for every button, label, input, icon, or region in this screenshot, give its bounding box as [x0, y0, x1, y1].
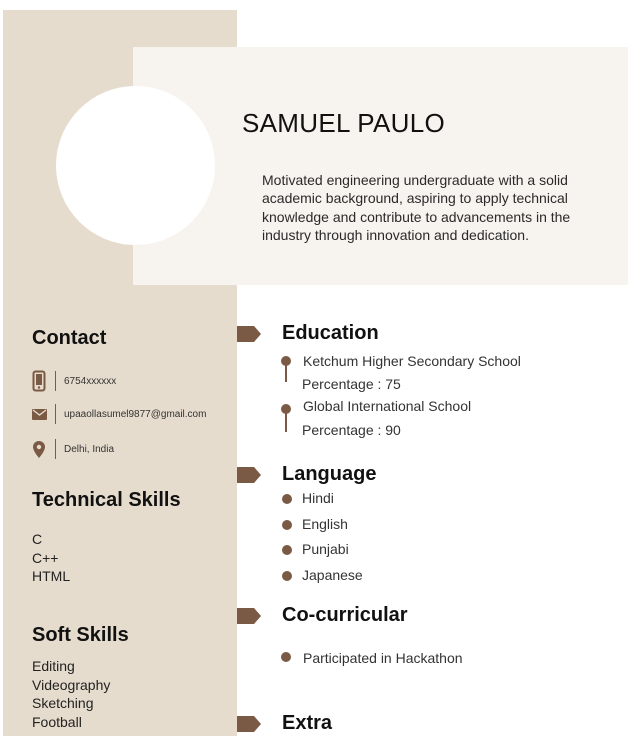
- list-item: Editing: [32, 658, 75, 674]
- technical-skills-heading: Technical Skills: [32, 489, 181, 511]
- education-school: Global International School: [303, 398, 472, 414]
- contact-email-row: upaaollasumel9877@gmail.com: [30, 402, 206, 426]
- cocurricular-item: Participated in Hackathon: [303, 650, 463, 666]
- bullet-dot: [282, 520, 292, 530]
- location-pin-icon: [30, 440, 48, 458]
- extra-heading: Extra: [282, 712, 333, 734]
- list-item: C++: [32, 549, 59, 566]
- bullet-dot: [282, 545, 292, 555]
- list-item: C: [32, 531, 43, 547]
- candidate-name: SAMUEL PAULO: [242, 108, 445, 138]
- bullet-dot: [282, 494, 292, 504]
- divider: [55, 404, 56, 424]
- education-school: Ketchum Higher Secondary School: [303, 353, 521, 369]
- language-item: Punjabi: [302, 541, 349, 557]
- section-marker-icon: [237, 467, 261, 483]
- education-score: Percentage : 90: [302, 422, 401, 438]
- language-item: Japanese: [302, 567, 363, 583]
- technical-skills-list: C C++ HTML: [32, 530, 70, 586]
- contact-location: Delhi, India: [64, 443, 115, 455]
- bullet-dot: [281, 652, 291, 662]
- profile-photo-placeholder: [56, 86, 215, 245]
- contact-phone-row: 6754xxxxxx: [30, 369, 116, 393]
- section-marker-icon: [237, 326, 261, 342]
- education-heading: Education: [282, 322, 379, 344]
- timeline-stem: [285, 412, 287, 432]
- list-item: Football: [32, 713, 82, 730]
- soft-skills-list: Editing Videography Sketching Football: [32, 657, 110, 731]
- contact-location-row: Delhi, India: [30, 437, 114, 461]
- phone-icon: [30, 370, 48, 392]
- divider: [55, 371, 56, 391]
- cocurricular-heading: Co-curricular: [282, 604, 408, 626]
- contact-heading: Contact: [32, 327, 107, 349]
- profile-summary: Motivated engineering undergraduate with…: [262, 172, 571, 243]
- education-score: Percentage : 75: [302, 376, 401, 392]
- list-item: Sketching: [32, 695, 94, 711]
- divider: [55, 439, 56, 459]
- language-item: Hindi: [302, 490, 334, 506]
- contact-email[interactable]: upaaollasumel9877@gmail.com: [64, 409, 206, 420]
- section-marker-icon: [237, 608, 261, 624]
- soft-skills-heading: Soft Skills: [32, 624, 129, 646]
- email-icon: [30, 408, 48, 420]
- timeline-stem: [285, 364, 287, 382]
- list-item: Videography: [32, 676, 111, 693]
- bullet-dot: [282, 571, 292, 581]
- list-item: HTML: [32, 568, 71, 584]
- language-heading: Language: [282, 463, 377, 485]
- section-marker-icon: [237, 716, 261, 732]
- contact-phone: 6754xxxxxx: [64, 375, 117, 387]
- language-item: English: [302, 516, 348, 532]
